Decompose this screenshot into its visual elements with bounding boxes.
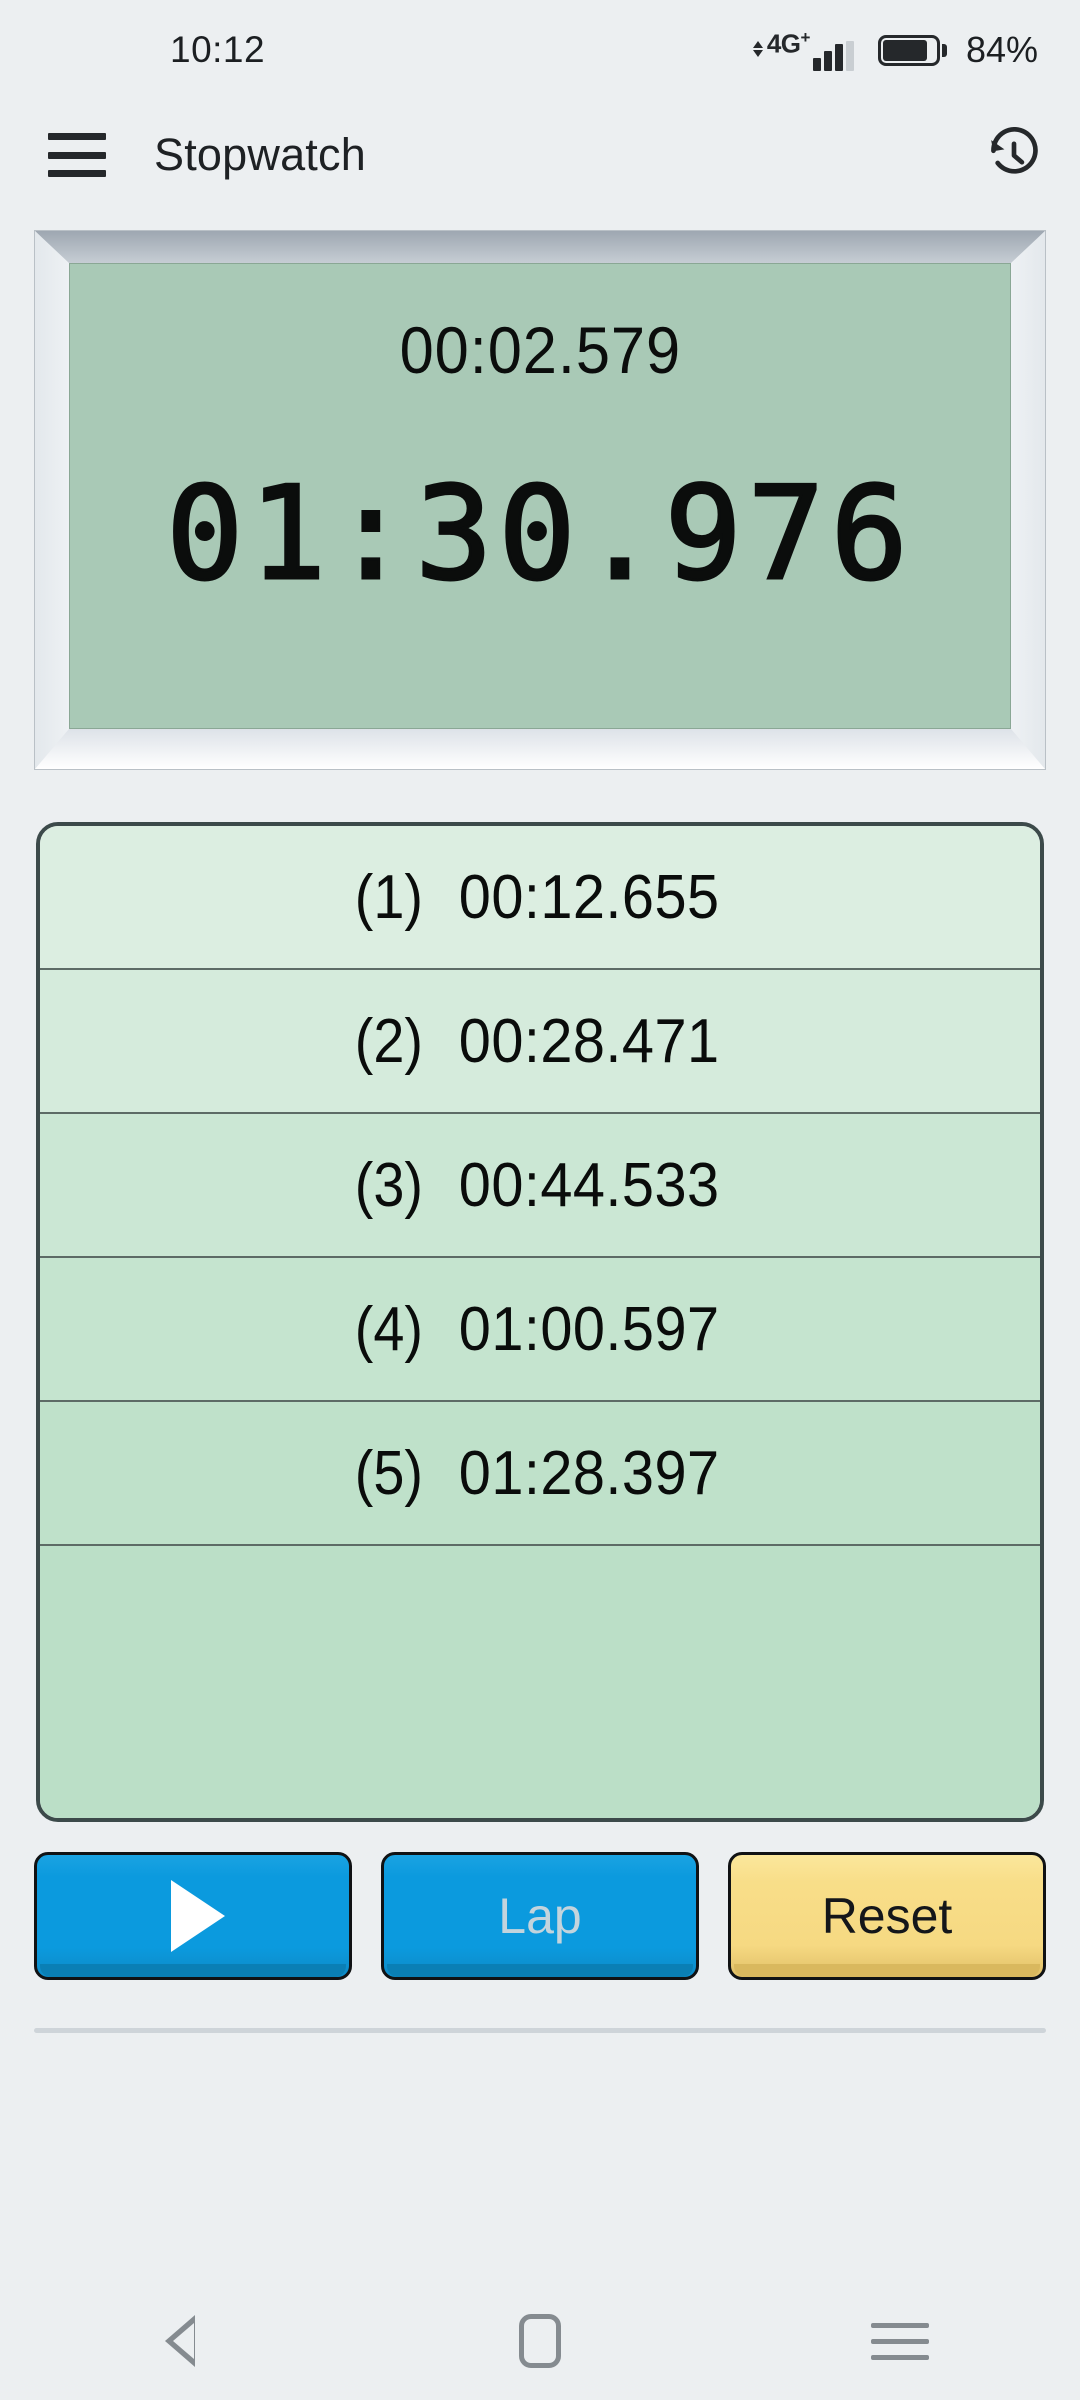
lap-list-panel[interactable]: (1) 00:12.655 (2) 00:28.471 (3) 00:44.53… bbox=[36, 822, 1044, 1822]
nav-recents-button[interactable] bbox=[840, 2291, 960, 2391]
lap-index: (4) bbox=[354, 1294, 423, 1364]
table-row[interactable]: (5) 01:28.397 bbox=[40, 1402, 1040, 1546]
start-button[interactable] bbox=[34, 1852, 352, 1980]
current-lap-time: 00:02.579 bbox=[399, 313, 681, 387]
lcd-bezel: 00:02.579 01:30.976 bbox=[34, 230, 1046, 770]
bezel-left-edge bbox=[35, 231, 69, 769]
page-title: Stopwatch bbox=[154, 129, 366, 180]
android-nav-bar bbox=[0, 2282, 1080, 2400]
back-triangle-icon bbox=[165, 2315, 195, 2367]
lap-button-label: Lap bbox=[498, 1888, 582, 1944]
recents-menu-icon bbox=[871, 2322, 929, 2360]
status-bar-indicators: 4G+ 84% bbox=[752, 28, 1038, 71]
table-row[interactable]: (2) 00:28.471 bbox=[40, 970, 1040, 1114]
battery-icon bbox=[877, 34, 947, 66]
play-icon bbox=[171, 1880, 225, 1952]
lap-index: (5) bbox=[354, 1438, 423, 1508]
nav-back-button[interactable] bbox=[120, 2291, 240, 2391]
battery-percent-label: 84% bbox=[965, 29, 1038, 70]
data-transfer-icon bbox=[752, 40, 763, 57]
signal-bars-icon bbox=[812, 40, 854, 71]
history-clock-icon[interactable] bbox=[986, 127, 1042, 183]
reset-button[interactable]: Reset bbox=[728, 1852, 1046, 1980]
stopwatch-display-panel: 00:02.579 01:30.976 bbox=[34, 230, 1046, 770]
bezel-top-edge bbox=[35, 231, 1045, 263]
table-row[interactable]: (1) 00:12.655 bbox=[40, 826, 1040, 970]
status-bar: 10:12 4G+ 84% bbox=[0, 0, 1080, 100]
network-indicator: 4G+ bbox=[752, 28, 854, 71]
bezel-bottom-edge bbox=[35, 729, 1045, 769]
lap-index: (2) bbox=[354, 1006, 423, 1076]
reset-button-label: Reset bbox=[821, 1888, 953, 1944]
lap-time: 00:44.533 bbox=[458, 1150, 720, 1220]
lcd-screen: 00:02.579 01:30.976 bbox=[69, 263, 1011, 729]
lap-time: 00:28.471 bbox=[458, 1006, 720, 1076]
bezel-right-edge bbox=[1011, 231, 1045, 769]
status-bar-clock: 10:12 bbox=[170, 29, 266, 70]
control-button-row: Lap Reset bbox=[34, 1852, 1046, 1980]
app-bar: Stopwatch bbox=[0, 100, 1080, 210]
main-elapsed-time: 01:30.976 bbox=[165, 459, 914, 611]
table-row[interactable]: (4) 01:00.597 bbox=[40, 1258, 1040, 1402]
lap-time: 01:28.397 bbox=[458, 1438, 720, 1508]
lap-time: 00:12.655 bbox=[458, 862, 720, 932]
network-type-label: 4G+ bbox=[766, 28, 811, 59]
home-square-icon bbox=[519, 2314, 561, 2368]
bottom-divider bbox=[34, 2028, 1046, 2033]
table-row[interactable]: (3) 00:44.533 bbox=[40, 1114, 1040, 1258]
lap-list-empty-area bbox=[40, 1546, 1040, 1818]
lap-index: (1) bbox=[354, 862, 423, 932]
lap-index: (3) bbox=[354, 1150, 423, 1220]
lap-time: 01:00.597 bbox=[458, 1294, 720, 1364]
nav-home-button[interactable] bbox=[480, 2291, 600, 2391]
hamburger-menu-icon[interactable] bbox=[48, 133, 106, 177]
lap-button[interactable]: Lap bbox=[381, 1852, 699, 1980]
